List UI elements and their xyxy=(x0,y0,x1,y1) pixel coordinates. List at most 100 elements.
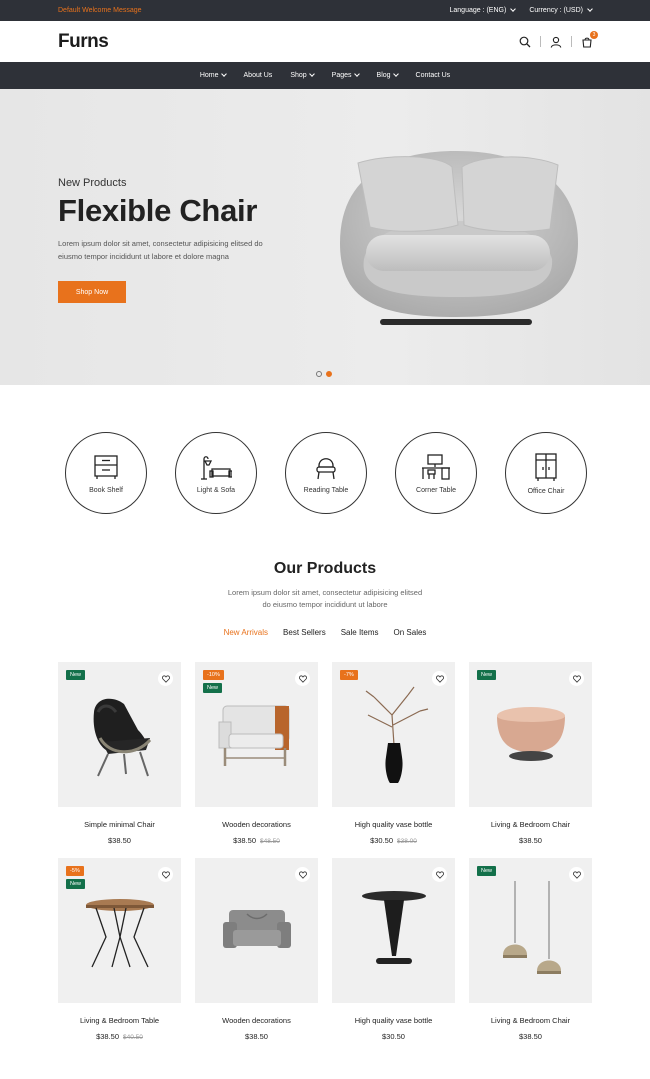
corner-desk-icon xyxy=(422,453,450,480)
hero-slider: New Products Flexible Chair Lorem ipsum … xyxy=(0,89,650,385)
products-section-description: Lorem ipsum dolor sit amet, consectetur … xyxy=(227,588,423,609)
product-card[interactable]: -10% New Wooden decorations $38.50 $48.50 xyxy=(195,662,318,858)
wishlist-heart-icon[interactable] xyxy=(432,671,447,686)
discount-badge: -5% xyxy=(66,866,84,876)
armchair-image xyxy=(218,705,289,766)
divider xyxy=(571,36,572,47)
wishlist-heart-icon[interactable] xyxy=(569,867,584,882)
product-card[interactable]: New Simple minimal Chair $38.50 xyxy=(58,662,181,858)
tab-new-arrivals[interactable]: New Arrivals xyxy=(224,628,268,637)
sofa-image xyxy=(222,909,291,948)
slider-dot-1[interactable] xyxy=(316,371,322,377)
pendant-lamps-image xyxy=(502,880,561,974)
site-logo[interactable]: Furns xyxy=(58,31,109,53)
wishlist-heart-icon[interactable] xyxy=(295,867,310,882)
lounge-chair-image xyxy=(93,698,151,776)
cart-icon[interactable]: 3 xyxy=(580,30,598,49)
product-name[interactable]: Wooden decorations xyxy=(195,1016,318,1025)
chevron-down-icon xyxy=(587,6,593,12)
current-price: $38.50 xyxy=(519,836,542,845)
product-image[interactable] xyxy=(195,858,318,1003)
nav-item-pages[interactable]: Pages xyxy=(332,71,360,79)
nav-item-about[interactable]: About Us xyxy=(244,72,273,79)
new-badge: New xyxy=(477,866,497,876)
user-icon[interactable] xyxy=(549,35,563,49)
main-nav: Home About Us Shop Pages Blog Contact Us xyxy=(0,62,650,89)
chevron-down-icon xyxy=(308,71,315,77)
tab-sale-items[interactable]: Sale Items xyxy=(341,628,379,637)
product-badges: New xyxy=(66,670,86,680)
lamp-sofa-icon xyxy=(201,455,232,480)
product-image[interactable]: -5% New xyxy=(58,858,181,1003)
product-grid: New Simple minimal Chair $38.50 -10% New Wood… xyxy=(58,662,592,1054)
product-card[interactable]: New Living & Bedroom Chair $38.50 xyxy=(469,662,592,858)
top-bar-selectors: Language : (ENG) Currency : (USD) xyxy=(450,6,593,14)
pouf-image xyxy=(496,706,565,761)
tab-best-sellers[interactable]: Best Sellers xyxy=(283,628,326,637)
nav-item-contact[interactable]: Contact Us xyxy=(416,72,451,79)
nav-item-shop[interactable]: Shop xyxy=(290,71,315,79)
divider xyxy=(540,36,541,47)
product-image[interactable]: New xyxy=(58,662,181,807)
old-price: $38.00 xyxy=(397,838,417,845)
current-price: $38.50 xyxy=(519,1032,542,1041)
product-card[interactable]: -5% New Living & Bedroom Table $38.50 $40.50 xyxy=(58,858,181,1054)
wishlist-heart-icon[interactable] xyxy=(569,671,584,686)
product-card[interactable]: Wooden decorations $38.50 xyxy=(195,858,318,1054)
product-name[interactable]: Living & Bedroom Chair xyxy=(469,1016,592,1025)
category-corner-table[interactable]: Corner Table xyxy=(395,432,477,514)
chevron-down-icon xyxy=(220,71,227,77)
slider-dot-2[interactable] xyxy=(326,371,332,377)
product-badges: New xyxy=(477,670,497,680)
products-section-title: Our Products xyxy=(273,560,377,577)
product-badges: -7% xyxy=(340,670,358,680)
category-light-sofa[interactable]: Light & Sofa xyxy=(175,432,257,514)
product-card[interactable]: High quality vase bottle $30.50 xyxy=(332,858,455,1054)
new-badge: New xyxy=(66,670,86,680)
cart-count-badge: 3 xyxy=(590,30,598,39)
product-badges: New xyxy=(477,866,497,876)
product-price: $38.50 xyxy=(469,1032,592,1041)
product-image[interactable]: New xyxy=(469,662,592,807)
product-name[interactable]: Wooden decorations xyxy=(195,820,318,829)
category-office-chair[interactable]: Office Chair xyxy=(505,432,587,514)
product-price: $30.50 xyxy=(332,1032,455,1041)
product-name[interactable]: Living & Bedroom Chair xyxy=(469,820,592,829)
wishlist-heart-icon[interactable] xyxy=(158,867,173,882)
category-book-shelf[interactable]: Book Shelf xyxy=(65,432,147,514)
header-actions: 3 xyxy=(518,30,598,49)
search-icon[interactable] xyxy=(518,35,532,49)
product-card[interactable]: New Living & Bedroom Chair $38.50 xyxy=(469,858,592,1054)
current-price: $30.50 xyxy=(370,836,394,845)
current-price: $38.50 xyxy=(96,1032,120,1041)
product-image[interactable]: New xyxy=(469,858,592,1003)
slider-dots xyxy=(316,371,332,377)
nav-item-home[interactable]: Home xyxy=(200,71,227,79)
product-image[interactable]: -7% xyxy=(332,662,455,807)
product-image[interactable] xyxy=(332,858,455,1003)
product-tabs: New Arrivals Best Sellers Sale Items On … xyxy=(0,628,650,637)
vase-image xyxy=(365,686,428,783)
cabinet-icon xyxy=(535,452,557,481)
wishlist-heart-icon[interactable] xyxy=(295,671,310,686)
product-name[interactable]: High quality vase bottle xyxy=(332,1016,455,1025)
language-selector[interactable]: Language : (ENG) xyxy=(450,6,517,14)
product-name[interactable]: Living & Bedroom Table xyxy=(58,1016,181,1025)
shop-now-button[interactable]: Shop Now xyxy=(58,281,126,303)
top-bar: Default Welcome Message Language : (ENG)… xyxy=(0,0,650,21)
currency-selector[interactable]: Currency : (USD) xyxy=(529,6,593,14)
wishlist-heart-icon[interactable] xyxy=(432,867,447,882)
current-price: $38.50 xyxy=(108,836,131,845)
wishlist-heart-icon[interactable] xyxy=(158,671,173,686)
product-card[interactable]: -7% High quality vase bottle $30.50 $38.00 xyxy=(332,662,455,858)
product-price: $38.50 $48.50 xyxy=(195,836,318,845)
product-name[interactable]: Simple minimal Chair xyxy=(58,820,181,829)
site-header: Furns 3 xyxy=(0,21,650,62)
product-name[interactable]: High quality vase bottle xyxy=(332,820,455,829)
product-image[interactable]: -10% New xyxy=(195,662,318,807)
tab-on-sales[interactable]: On Sales xyxy=(394,628,427,637)
nav-item-blog[interactable]: Blog xyxy=(377,71,399,79)
category-reading-table[interactable]: Reading Table xyxy=(285,432,367,514)
product-price: $38.50 xyxy=(58,836,181,845)
chevron-down-icon xyxy=(510,6,517,12)
